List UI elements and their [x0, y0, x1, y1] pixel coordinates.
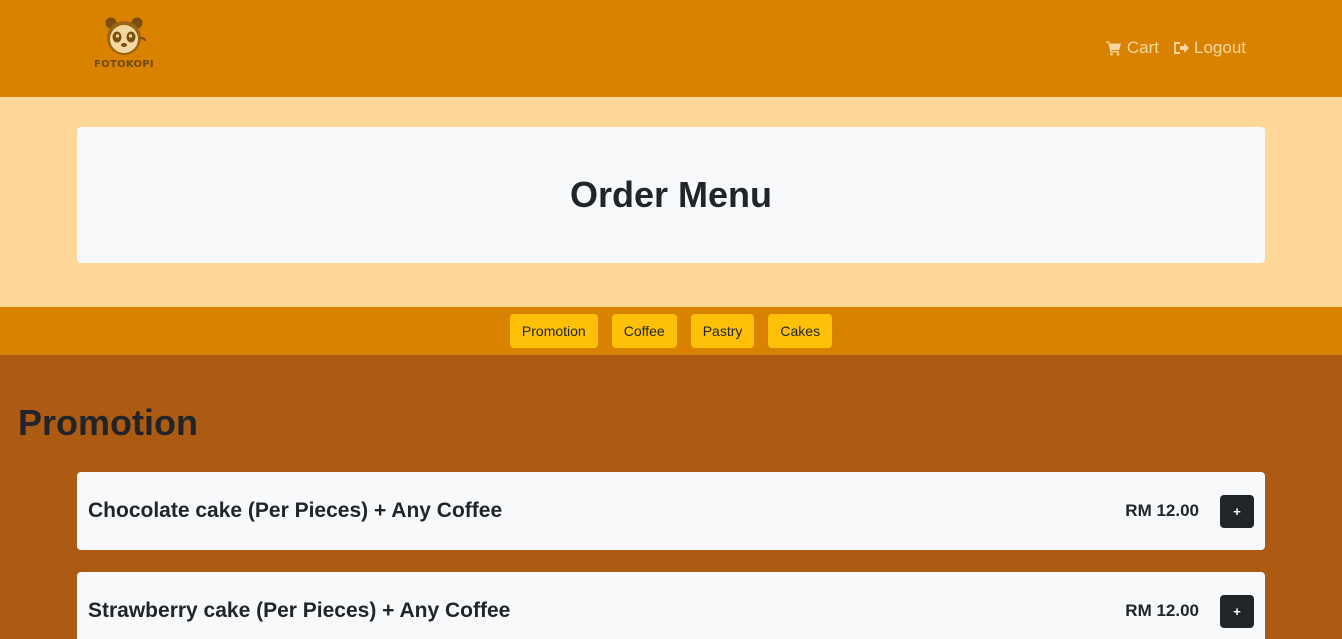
- cart-link[interactable]: Cart: [1105, 38, 1159, 58]
- category-button-pastry[interactable]: Pastry: [690, 314, 755, 348]
- menu-item-price: RM 12.00: [1125, 501, 1199, 520]
- menu-item-price: RM 12.00: [1125, 601, 1199, 620]
- menu-item-card: Chocolate cake (Per Pieces) + Any Coffee…: [77, 472, 1265, 550]
- panda-icon: [105, 17, 146, 55]
- menu-item-name: Strawberry cake (Per Pieces) + Any Coffe…: [88, 599, 511, 622]
- navbar: FOTOKOPI Cart Logout: [0, 0, 1342, 97]
- hero-card: Order Menu: [77, 127, 1265, 263]
- menu-item-card: Strawberry cake (Per Pieces) + Any Coffe…: [77, 572, 1265, 639]
- add-to-cart-button[interactable]: +: [1220, 494, 1254, 528]
- category-button-coffee[interactable]: Coffee: [611, 314, 677, 348]
- cart-label: Cart: [1126, 38, 1159, 57]
- hero-section: Order Menu: [0, 97, 1342, 307]
- cart-icon: [1105, 41, 1121, 56]
- section-title: Promotion: [18, 402, 198, 443]
- brand-logo[interactable]: FOTOKOPI: [94, 16, 154, 74]
- menu-item-name: Chocolate cake (Per Pieces) + Any Coffee: [88, 499, 503, 522]
- page-title: Order Menu: [569, 174, 773, 215]
- category-button-cakes[interactable]: Cakes: [768, 314, 833, 348]
- logout-label: Logout: [1194, 38, 1246, 57]
- category-button-promotion[interactable]: Promotion: [509, 314, 598, 348]
- category-bar: Promotion Coffee Pastry Cakes: [0, 307, 1342, 355]
- logout-link[interactable]: Logout: [1173, 38, 1246, 58]
- logout-icon: [1174, 42, 1189, 54]
- nav-links: Cart Logout: [1105, 38, 1246, 58]
- brand-name: FOTOKOPI: [94, 59, 154, 70]
- menu-content: Promotion Chocolate cake (Per Pieces) + …: [0, 355, 1342, 639]
- add-to-cart-button[interactable]: +: [1220, 594, 1254, 628]
